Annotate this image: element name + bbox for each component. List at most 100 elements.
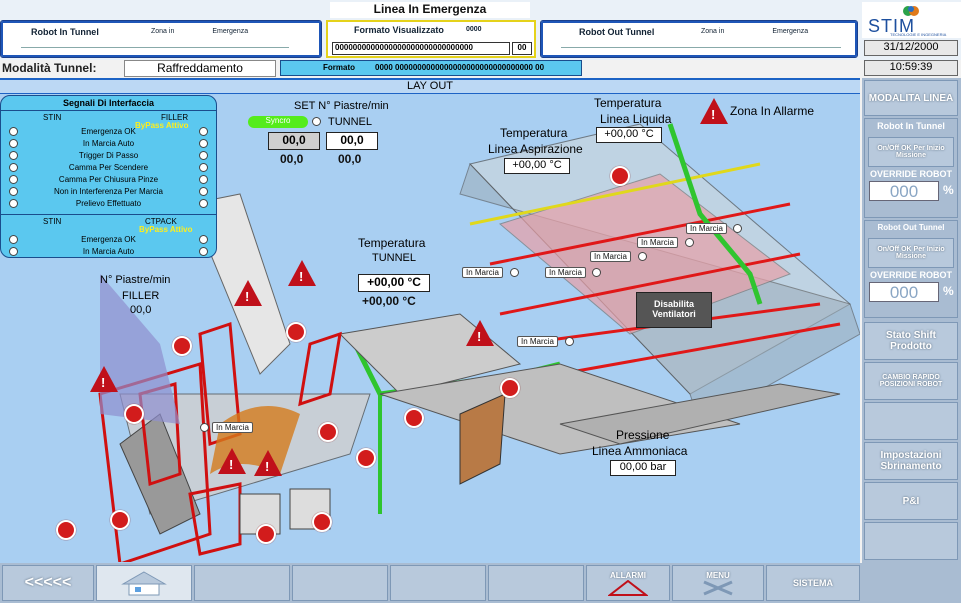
sidebar-robot-out-label: Robot Out Tunnel [877, 223, 945, 232]
signal-row: Trigger Di Passo [1, 150, 216, 162]
signal-right-led [199, 127, 208, 136]
signal-row: In Marcia Auto [1, 138, 216, 150]
robot-in-panel[interactable]: Robot In Tunnel Zona in Emergenza [0, 20, 322, 58]
warning-icon[interactable] [254, 450, 282, 476]
modalita-linea-button[interactable]: MODALITA LINEA [864, 80, 958, 116]
sidebar-empty-button[interactable] [864, 522, 958, 560]
page-title: Linea In Emergenza [330, 2, 530, 18]
robot-out-panel[interactable]: Robot Out Tunnel Zona in Emergenza [540, 20, 858, 58]
emergency-stop-icon[interactable] [312, 512, 332, 532]
signal-row: Camma Per Scendere [1, 162, 216, 174]
logo-subtitle: TECNOLOGIE E INGEGNERIA [890, 32, 947, 37]
emergency-stop-icon[interactable] [318, 422, 338, 442]
temp-aspirazione-label: Temperatura [500, 126, 568, 140]
signal-right-led [199, 247, 208, 256]
emergency-stop-icon[interactable] [500, 378, 520, 398]
sidebar-robot-in-label: Robot In Tunnel [877, 121, 945, 131]
modalita-tunnel-value[interactable]: Raffreddamento [124, 60, 276, 77]
allarmi-button[interactable]: ALLARMI [586, 565, 670, 601]
emergency-stop-icon[interactable] [172, 336, 192, 356]
temp-aspirazione-value: +00,00 °C [504, 158, 570, 174]
footer-empty-button[interactable] [390, 565, 486, 601]
in-marcia-tag: In Marcia [462, 267, 503, 278]
set-piastre-tunnel-label: TUNNEL [328, 116, 373, 128]
signal-right-led [199, 163, 208, 172]
signals-title: Segnali Di Interfaccia [62, 98, 155, 108]
home-button[interactable] [96, 565, 192, 601]
set-piastre-filler-actual: 00,0 [280, 152, 304, 166]
emergency-stop-icon[interactable] [286, 322, 306, 342]
cambio-rapido-button[interactable]: CAMBIO RAPIDO POSIZIONI ROBOT [864, 362, 958, 400]
footer-empty-button[interactable] [292, 565, 388, 601]
emergency-stop-icon[interactable] [404, 408, 424, 428]
warning-icon[interactable] [288, 260, 316, 286]
warning-icon[interactable] [234, 280, 262, 306]
logo-mark-icon [902, 4, 920, 16]
p-and-i-button[interactable]: P&I [864, 482, 958, 520]
signal-label: Emergenza OK [81, 127, 136, 136]
robot-out-headers: Zona in Emergenza [687, 28, 841, 35]
modalita-tunnel-label: Modalità Tunnel: [2, 61, 97, 75]
syncro-indicator[interactable]: Syncro [248, 116, 308, 128]
override-robot-in-input[interactable]: 000 [869, 181, 939, 201]
signals-list-2: Emergenza OK In Marcia Auto [1, 234, 216, 258]
robot-in-title: Robot In Tunnel [31, 27, 99, 37]
emergency-stop-icon[interactable] [610, 166, 630, 186]
tools-icon [703, 580, 733, 595]
temp-aspirazione-label-2: Linea Aspirazione [488, 142, 583, 156]
stato-shift-button[interactable]: Stato Shift Prodotto [864, 322, 958, 360]
set-piastre-tunnel-input[interactable]: 00,0 [326, 132, 378, 150]
pressione-value: 00,00 bar [610, 460, 676, 476]
temp-tunnel-set-input[interactable]: +00,00 °C [358, 274, 430, 292]
warning-icon[interactable] [90, 366, 118, 392]
temp-liquida-label-2: Linea Liquida [600, 112, 672, 126]
footer-empty-button[interactable] [488, 565, 584, 601]
sistema-button[interactable]: SISTEMA [766, 565, 860, 601]
emergency-stop-icon[interactable] [256, 524, 276, 544]
temp-tunnel-actual: +00,00 °C [362, 294, 416, 308]
sidebar-empty-button[interactable] [864, 402, 958, 440]
signal-label: Non in Interferenza Per Marcia [54, 187, 163, 196]
emergency-stop-icon[interactable] [56, 520, 76, 540]
signals-header-1: STIN FILLER ByPass Attivo [1, 110, 216, 130]
formato-label: Formato [323, 63, 355, 72]
layout-title: LAY OUT [0, 78, 860, 94]
formato-visualizzato-code: 0000 [466, 26, 482, 33]
temp-tunnel-label-2: TUNNEL [372, 252, 417, 264]
formato-visualizzato-title: Formato Visualizzato [354, 25, 444, 35]
signals-stin-label: STIN [43, 113, 62, 122]
signal-right-led [199, 199, 208, 208]
signal-right-led [199, 187, 208, 196]
set-piastre-tunnel-actual: 00,0 [338, 152, 362, 166]
in-marcia-tag: In Marcia [545, 267, 586, 278]
signals-stin2-label: STIN [43, 217, 62, 226]
time-display: 10:59:39 [864, 60, 958, 76]
impostazioni-sbrinamento-button[interactable]: Impostazioni Sbrinamento [864, 442, 958, 480]
emergency-stop-icon[interactable] [356, 448, 376, 468]
set-piastre-filler-input[interactable]: 00,0 [268, 132, 320, 150]
emergency-stop-icon[interactable] [110, 510, 130, 530]
robot-in-sidebar-group: Robot In Tunnel On/Off OK Per Inizio Mis… [864, 118, 958, 218]
in-marcia-led [200, 423, 209, 432]
signal-row: Camma Per Chiusura Pinze [1, 174, 216, 186]
in-marcia-tag: In Marcia [637, 237, 678, 248]
warning-icon[interactable] [218, 448, 246, 474]
override-robot-out-label: OVERRIDE ROBOT [869, 270, 952, 280]
back-button[interactable]: <<<<< [2, 565, 94, 601]
formato-value: 0000 0000000000000000000000000000000 00 [375, 63, 545, 72]
override-robot-out-input[interactable]: 000 [869, 282, 939, 302]
footer-empty-button[interactable] [194, 565, 290, 601]
emergency-stop-icon[interactable] [124, 404, 144, 424]
menu-button[interactable]: MENU [672, 565, 764, 601]
warning-icon[interactable] [466, 320, 494, 346]
filler-piastre-label-2: FILLER [122, 290, 160, 302]
onoff-robot-out-button[interactable]: On/Off OK Per Inizio Missione [868, 238, 954, 268]
signal-label: Prelievo Effettuato [75, 199, 142, 208]
onoff-robot-in-button[interactable]: On/Off OK Per Inizio Missione [868, 137, 954, 167]
disabilita-ventilatori-button[interactable]: Disabilita Ventilatori [636, 292, 712, 328]
signal-label: In Marcia Auto [82, 139, 135, 148]
formato-visualizzato-bar: 0000000000000000000000000000000 [332, 42, 510, 55]
alarm-icon [608, 579, 648, 596]
in-marcia-tag: In Marcia [686, 223, 727, 234]
signal-right-led [199, 235, 208, 244]
